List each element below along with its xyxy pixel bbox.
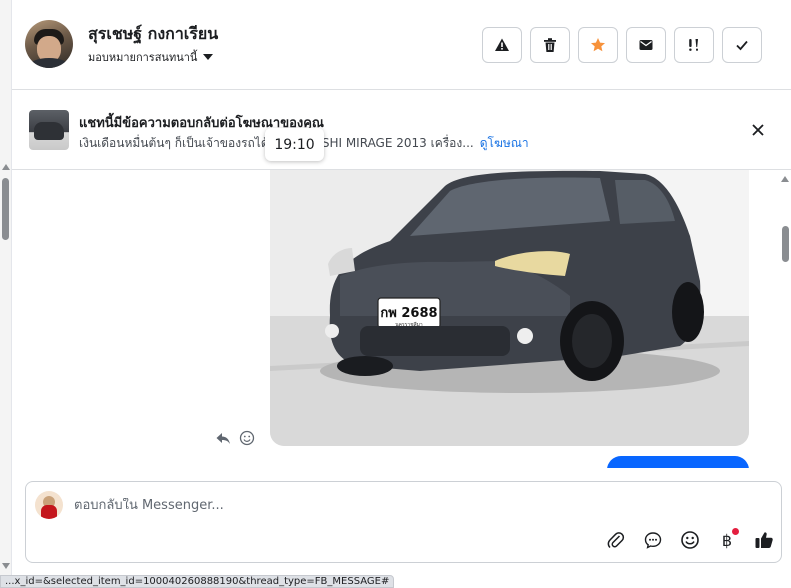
messages-scrollbar[interactable] bbox=[779, 170, 791, 468]
saved-reply-button[interactable] bbox=[641, 528, 665, 552]
car-photo-message[interactable]: กพ 2688 นครราชสีมา bbox=[270, 170, 749, 446]
emoji-button[interactable] bbox=[678, 528, 702, 552]
react-emoji-icon[interactable] bbox=[239, 430, 255, 446]
scroll-up-arrow-icon[interactable] bbox=[2, 164, 10, 170]
notification-dot bbox=[732, 528, 739, 535]
envelope-icon bbox=[639, 40, 653, 50]
attach-icon bbox=[607, 532, 625, 549]
scroll-down-arrow-icon[interactable] bbox=[2, 563, 10, 569]
trash-icon bbox=[544, 38, 556, 52]
contact-name[interactable]: สุรเชษฐ์ กงกาเรียน bbox=[88, 22, 218, 47]
close-banner-button[interactable] bbox=[748, 120, 768, 140]
reply-icon[interactable] bbox=[215, 430, 231, 446]
close-icon bbox=[752, 124, 764, 136]
assign-label: มอบหมายการสนทนานี้ bbox=[88, 51, 198, 64]
status-url-bar: ...x_id=&selected_item_id=10004026088819… bbox=[0, 575, 395, 588]
message-tools bbox=[215, 430, 255, 446]
caret-down-icon bbox=[203, 54, 214, 60]
page-avatar bbox=[35, 491, 63, 519]
mark-done-button[interactable] bbox=[722, 27, 762, 63]
ad-reply-banner: แชทนี้มีข้อความตอบกลับต่อโฆษณาของคุณ เงิ… bbox=[12, 90, 791, 170]
baht-icon: ฿ bbox=[721, 530, 733, 550]
star-icon bbox=[591, 38, 605, 52]
conversation-header: สุรเชษฐ์ กงกาเรียน มอบหมายการสนทนานี้ bbox=[12, 0, 791, 90]
assign-conversation-dropdown[interactable]: มอบหมายการสนทนานี้ bbox=[88, 48, 214, 66]
reply-composer: ฿ bbox=[25, 481, 782, 563]
saved-reply-icon bbox=[644, 532, 662, 549]
license-plate-text: กพ 2688 bbox=[380, 306, 437, 321]
payment-button[interactable]: ฿ bbox=[715, 528, 739, 552]
check-icon bbox=[736, 40, 748, 51]
car-image: กพ 2688 นครราชสีมา bbox=[270, 170, 749, 446]
conversation-actions bbox=[482, 27, 762, 63]
reply-input[interactable] bbox=[74, 498, 574, 513]
view-ad-link[interactable]: ดูโฆษณา bbox=[480, 134, 529, 153]
like-icon bbox=[755, 532, 773, 548]
warning-icon bbox=[495, 38, 509, 51]
mark-unread-button[interactable] bbox=[626, 27, 666, 63]
emoji-icon bbox=[681, 531, 699, 549]
scroll-up-arrow-icon[interactable] bbox=[781, 176, 789, 182]
scrollbar-thumb[interactable] bbox=[782, 226, 789, 262]
composer-tools: ฿ bbox=[604, 528, 776, 552]
exclamation-icon bbox=[689, 39, 698, 51]
timestamp-tooltip: 19:10 bbox=[265, 128, 324, 161]
like-button[interactable] bbox=[752, 528, 776, 552]
scrollbar-thumb[interactable] bbox=[2, 178, 9, 240]
outgoing-message-bubble[interactable] bbox=[607, 456, 749, 468]
delete-button[interactable] bbox=[530, 27, 570, 63]
page-scrollbar[interactable] bbox=[0, 0, 12, 588]
ad-thumbnail[interactable] bbox=[29, 110, 69, 150]
message-list[interactable]: กพ 2688 นครราชสีมา bbox=[12, 170, 779, 468]
contact-avatar[interactable] bbox=[25, 20, 73, 68]
report-button[interactable] bbox=[482, 27, 522, 63]
attach-button[interactable] bbox=[604, 528, 628, 552]
mark-spam-button[interactable] bbox=[674, 27, 714, 63]
star-button[interactable] bbox=[578, 27, 618, 63]
